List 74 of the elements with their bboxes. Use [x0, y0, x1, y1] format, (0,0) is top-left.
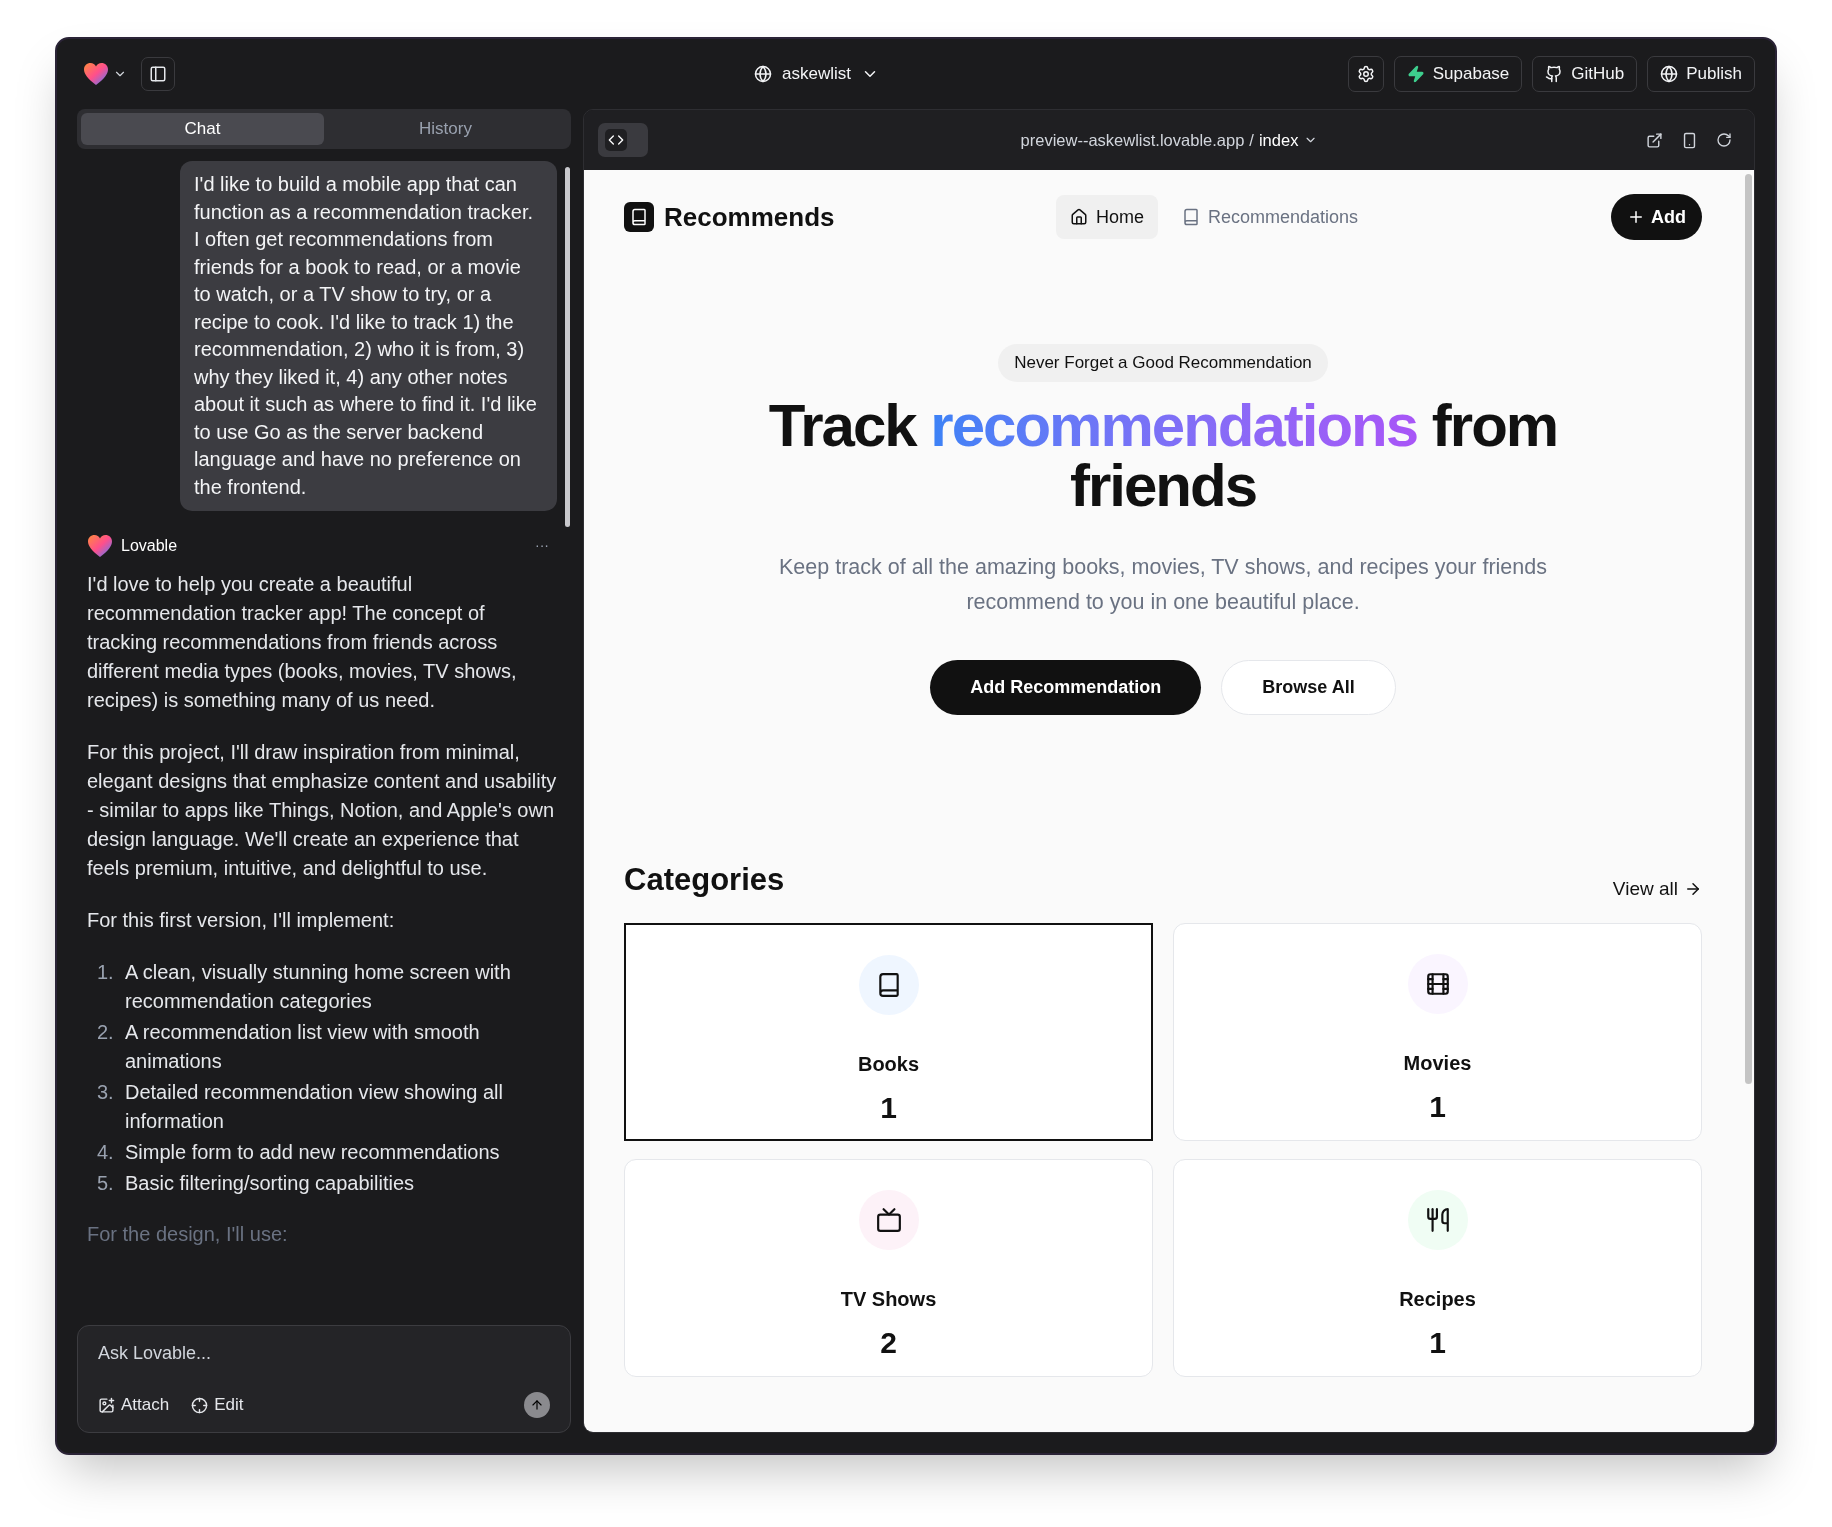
brand-name: Recommends	[664, 200, 835, 234]
list-number: 1.	[97, 960, 115, 985]
refresh-icon[interactable]	[1716, 132, 1732, 148]
list-item-text: Basic filtering/sorting capabilities	[125, 1171, 416, 1196]
supabase-button[interactable]: Supabase	[1393, 56, 1523, 92]
add-recommendation-button[interactable]: Add Recommendation	[930, 659, 1202, 715]
tab[interactable]: Chat	[81, 113, 324, 145]
project-selector[interactable]: askewlist	[746, 57, 887, 91]
assistant-paragraph: For this first version, I'll implement:	[87, 908, 396, 933]
url-selector[interactable]: preview--askewlist.lovable.app / index	[1020, 127, 1318, 153]
list-item-text: A clean, visually stunning home screen with recommendation categories	[125, 960, 512, 1014]
assistant-name: Lovable	[121, 536, 178, 556]
nav-link[interactable]: Recommendations	[1168, 195, 1373, 239]
publish-button[interactable]: Publish	[1647, 56, 1755, 92]
lightning-icon	[1406, 65, 1425, 83]
assistant-paragraph: For this project, I'll draw inspiration from minimal, elegant designs that emphasize content and usability - similar to apps like Things, Notion, and Apple's own design language. We'll create an experience that feels premium, intuitive, and delightful to use.	[87, 740, 557, 881]
list-number: 4.	[97, 1140, 115, 1165]
hero-heading: Track recommendations from friends	[767, 395, 1559, 516]
category-card[interactable]: Movies 1	[1173, 923, 1702, 1141]
tagline-badge: Never Forget a Good Recommendation	[998, 344, 1328, 382]
list-number: 2.	[97, 1020, 115, 1045]
code-icon	[608, 132, 624, 148]
plus-icon	[1627, 208, 1645, 226]
attach-button[interactable]: Attach	[98, 1392, 170, 1418]
add-button[interactable]: Add	[1611, 194, 1702, 240]
message-input[interactable]: Ask Lovable...	[98, 1340, 550, 1367]
list-number: 3.	[97, 1080, 115, 1105]
list-item-text: Simple form to add new recommendations	[125, 1140, 501, 1165]
category-count: 1	[1429, 1089, 1446, 1125]
more-button[interactable]: ···	[535, 531, 549, 560]
github-button[interactable]: GitHub	[1532, 56, 1638, 92]
heart-logo-icon[interactable]	[87, 533, 113, 558]
github-icon	[1545, 65, 1564, 83]
home-icon	[1070, 208, 1088, 226]
faded-text: For the design, I'll use:	[87, 1222, 289, 1247]
brand-logo-icon	[624, 202, 654, 232]
globe-icon	[1660, 65, 1679, 83]
edit-button[interactable]: Edit	[191, 1392, 244, 1418]
assistant-paragraph: I'd love to help you create a beautiful recommendation tracker app! The concept of tracking recommendations from friends across different media types (books, movies, TV shows, recipes) is something many of us need.	[87, 572, 518, 713]
heart-logo-icon[interactable]	[83, 62, 109, 86]
category-card[interactable]: Recipes 1	[1173, 1159, 1702, 1377]
settings-button[interactable]	[1347, 56, 1384, 92]
settings-icon	[1356, 65, 1375, 83]
list-number: 5.	[97, 1171, 115, 1196]
category-count: 1	[1429, 1325, 1446, 1361]
user-message: I'd like to build a mobile app that can function as a recommendation tracker. I often get recommendations from friends for a book to read, or a movie to watch, or a TV show to try, or a recipe to cook. I'd like to track 1) the recommendation, 2) who it is from, 3) why they liked it, 4) any other notes about it such as where to find it. I'd like to use Go as the server backend language and have no preference on the frontend.	[180, 161, 557, 511]
list-item-text: A recommendation list view with smooth animations	[125, 1020, 481, 1074]
category-card[interactable]: TV Shows 2	[624, 1159, 1153, 1377]
category-card[interactable]: Books 1	[624, 923, 1153, 1141]
code-toggle-button[interactable]	[598, 123, 648, 157]
category-count: 2	[880, 1325, 897, 1361]
sidebar-toggle-button[interactable]	[141, 57, 175, 91]
category-name: Movies	[1403, 1051, 1472, 1076]
globe-icon	[754, 65, 772, 83]
tab[interactable]: History	[324, 113, 567, 145]
hero-subtitle: Keep track of all the amazing books, movies, TV shows, and recipes your friends recommend to you in one beautiful place.	[778, 553, 1548, 616]
scrollbar-thumb[interactable]	[565, 167, 570, 527]
book-icon	[1182, 208, 1200, 226]
crosshair-icon	[191, 1396, 209, 1414]
open-external-icon[interactable]	[1646, 131, 1663, 149]
category-name: Recipes	[1399, 1287, 1476, 1312]
phone-icon[interactable]	[1681, 131, 1698, 149]
categories-heading: Categories	[624, 860, 785, 899]
scrollbar-thumb[interactable]	[1744, 174, 1752, 1084]
nav-link[interactable]: Home	[1056, 195, 1158, 239]
category-name: TV Shows	[840, 1287, 937, 1312]
browse-all-button[interactable]: Browse All	[1221, 659, 1396, 715]
send-button[interactable]	[524, 1392, 550, 1418]
category-count: 1	[880, 1090, 897, 1126]
view-all-link[interactable]: View all	[1612, 874, 1702, 903]
category-name: Books	[857, 1052, 920, 1077]
list-item-text: Detailed recommendation view showing all information	[125, 1080, 504, 1134]
image-plus-icon	[98, 1396, 115, 1414]
sidebar-icon	[149, 65, 167, 83]
